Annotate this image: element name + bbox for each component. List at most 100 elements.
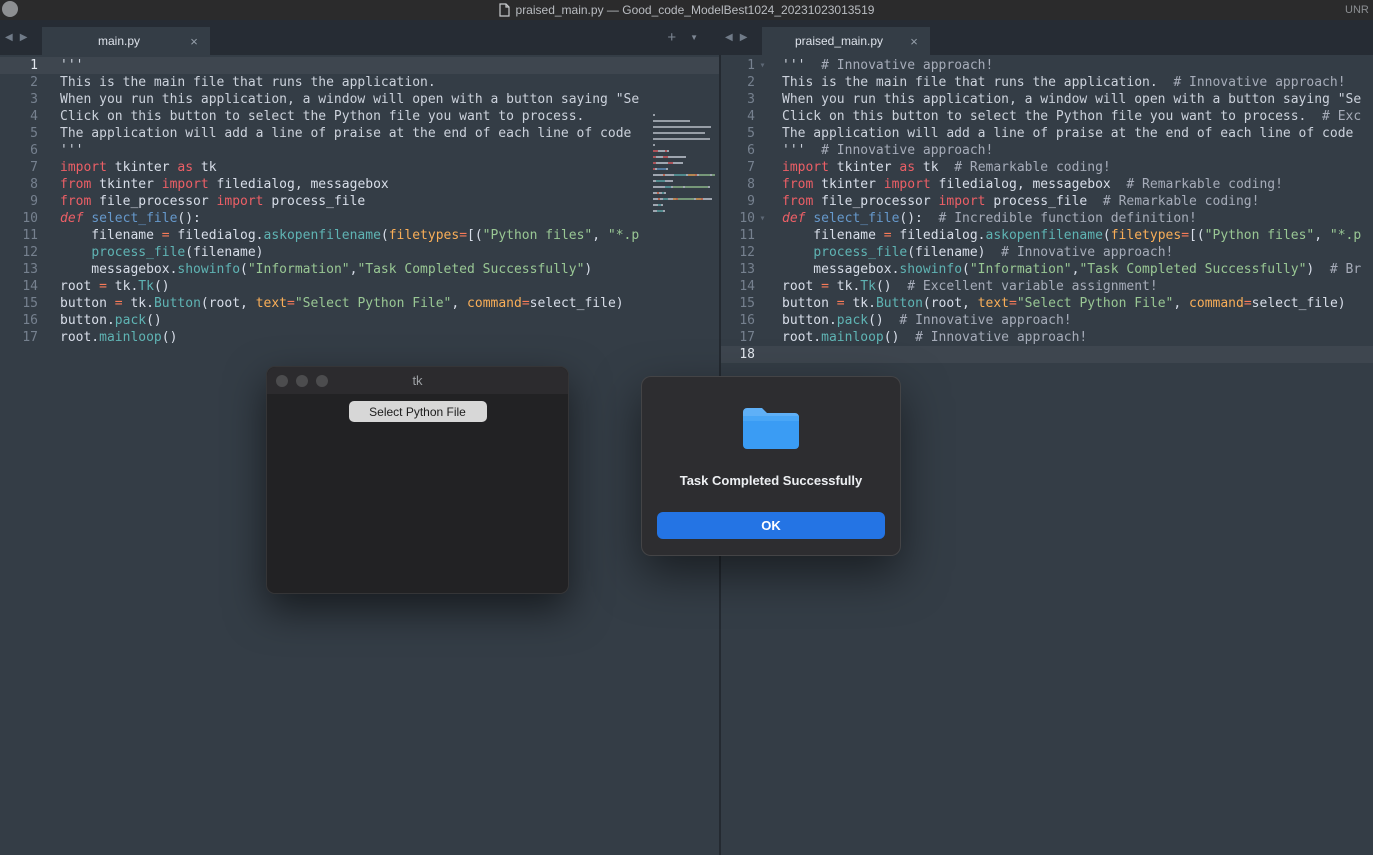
back-arrow-icon[interactable]: ◀ xyxy=(5,32,13,43)
code-text: def select_file(): # Incredible function… xyxy=(770,210,1197,227)
code-line[interactable]: 12 process_file(filename) # Innovative a… xyxy=(721,244,1373,261)
code-line[interactable]: 6''' # Innovative approach! xyxy=(721,142,1373,159)
code-line[interactable]: 5The application will add a line of prai… xyxy=(721,125,1373,142)
new-tab-icon[interactable]: + xyxy=(667,29,676,46)
code-line[interactable]: 14root = tk.Tk() # Excellent variable as… xyxy=(721,278,1373,295)
code-line[interactable]: 16button.pack() # Innovative approach! xyxy=(721,312,1373,329)
tk-traffic-lights xyxy=(276,367,328,394)
line-number: 10 xyxy=(0,210,38,227)
close-button-icon[interactable] xyxy=(276,375,288,387)
line-number: 1 xyxy=(721,57,755,74)
code-line[interactable]: 11 filename = filedialog.askopenfilename… xyxy=(721,227,1373,244)
code-text: from file_processor import process_file xyxy=(38,193,365,210)
code-text: Click on this button to select the Pytho… xyxy=(38,108,584,125)
window-title: praised_main.py — Good_code_ModelBest102… xyxy=(516,3,875,17)
forward-arrow-icon[interactable]: ▶ xyxy=(20,32,28,43)
code-text: root.mainloop() # Innovative approach! xyxy=(770,329,1087,346)
code-text: messagebox.showinfo("Information","Task … xyxy=(38,261,592,278)
code-line[interactable]: 3When you run this application, a window… xyxy=(721,91,1373,108)
code-text: button = tk.Button(root, text="Select Py… xyxy=(770,295,1346,312)
fold-spacer xyxy=(755,227,770,244)
select-python-file-button[interactable]: Select Python File xyxy=(349,401,487,422)
code-line[interactable]: 9 from file_processor import process_file… xyxy=(721,193,1373,210)
code-line[interactable]: 17root.mainloop() xyxy=(0,329,720,346)
tab-praised-main-py[interactable]: praised_main.py × xyxy=(762,27,930,55)
minimap[interactable] xyxy=(651,112,720,242)
code-text: from file_processor import process_file … xyxy=(770,193,1259,210)
line-number: 4 xyxy=(721,108,755,125)
code-line[interactable]: 11 filename = filedialog.askopenfilename… xyxy=(0,227,720,244)
line-number: 18 xyxy=(721,346,755,363)
code-text: Click on this button to select the Pytho… xyxy=(770,108,1361,125)
code-line[interactable]: 13 messagebox.showinfo("Information","Ta… xyxy=(0,261,720,278)
minimap-line xyxy=(653,208,720,214)
fold-spacer xyxy=(755,108,770,125)
code-line[interactable]: 8from tkinter import filedialog, message… xyxy=(721,176,1373,193)
code-line[interactable]: 5The application will add a line of prai… xyxy=(0,125,720,142)
code-lines: 1▾''' # Innovative approach!2This is the… xyxy=(721,55,1373,363)
tk-window-titlebar[interactable]: tk xyxy=(267,367,568,394)
code-line[interactable]: 1''' xyxy=(0,57,720,74)
ok-button[interactable]: OK xyxy=(657,512,885,539)
line-number: 5 xyxy=(721,125,755,142)
code-text: ''' xyxy=(38,142,83,159)
forward-arrow-icon[interactable]: ▶ xyxy=(740,32,748,43)
code-line[interactable]: 15button = tk.Button(root, text="Select … xyxy=(0,295,720,312)
code-line[interactable]: 2This is the main file that runs the app… xyxy=(721,74,1373,91)
code-line[interactable]: 7import tkinter as tk # Remarkable codin… xyxy=(721,159,1373,176)
code-line[interactable]: 2This is the main file that runs the app… xyxy=(0,74,720,91)
code-line[interactable]: 14root = tk.Tk() xyxy=(0,278,720,295)
code-line[interactable]: 18 xyxy=(721,346,1373,363)
code-line[interactable]: 10▾def select_file(): # Incredible funct… xyxy=(721,210,1373,227)
fold-spacer xyxy=(755,261,770,278)
fold-spacer xyxy=(755,176,770,193)
back-arrow-icon[interactable]: ◀ xyxy=(725,32,733,43)
line-number: 9 xyxy=(721,193,755,210)
fold-arrow-icon[interactable]: ▾ xyxy=(755,210,770,227)
code-text: from tkinter import filedialog, messageb… xyxy=(38,176,389,193)
line-number: 3 xyxy=(0,91,38,108)
code-line[interactable]: 1▾''' # Innovative approach! xyxy=(721,57,1373,74)
tab-overflow-icon[interactable]: ▼ xyxy=(690,33,698,42)
line-number: 12 xyxy=(721,244,755,261)
tab-main-py[interactable]: main.py × xyxy=(42,27,210,55)
zoom-button-icon[interactable] xyxy=(316,375,328,387)
code-line[interactable]: 15 button = tk.Button(root, text="Select … xyxy=(721,295,1373,312)
line-number: 4 xyxy=(0,108,38,125)
info-dialog[interactable]: Task Completed Successfully OK xyxy=(641,376,901,556)
tab-close-icon[interactable]: × xyxy=(907,34,921,49)
fold-spacer xyxy=(755,125,770,142)
tk-window[interactable]: tk Select Python File xyxy=(266,366,569,594)
dialog-message: Task Completed Successfully xyxy=(642,473,900,488)
code-line[interactable]: 3When you run this application, a window… xyxy=(0,91,720,108)
code-line[interactable]: 12 process_file(filename) xyxy=(0,244,720,261)
code-text: ''' # Innovative approach! xyxy=(770,57,993,74)
code-text: from tkinter import filedialog, messageb… xyxy=(770,176,1283,193)
code-line[interactable]: 13 messagebox.showinfo("Information","Ta… xyxy=(721,261,1373,278)
line-number: 13 xyxy=(721,261,755,278)
fold-spacer xyxy=(755,74,770,91)
code-line[interactable]: 16button.pack() xyxy=(0,312,720,329)
code-line[interactable]: 4 Click on this button to select the Pyth… xyxy=(721,108,1373,125)
code-text: messagebox.showinfo("Information","Task … xyxy=(770,261,1361,278)
fold-spacer xyxy=(755,91,770,108)
code-line[interactable]: 10def select_file(): xyxy=(0,210,720,227)
code-line[interactable]: 17 root.mainloop() # Innovative approach! xyxy=(721,329,1373,346)
code-text: ''' xyxy=(38,57,83,74)
code-line[interactable]: 6''' xyxy=(0,142,720,159)
line-number: 2 xyxy=(0,74,38,91)
code-line[interactable]: 7import tkinter as tk xyxy=(0,159,720,176)
line-number: 7 xyxy=(0,159,38,176)
fold-spacer xyxy=(755,244,770,261)
line-number: 17 xyxy=(721,329,755,346)
code-line[interactable]: 4Click on this button to select the Pyth… xyxy=(0,108,720,125)
traffic-light-icon[interactable] xyxy=(2,1,18,17)
tab-close-icon[interactable]: × xyxy=(187,34,201,49)
code-line[interactable]: 9from file_processor import process_file xyxy=(0,193,720,210)
fold-arrow-icon[interactable]: ▾ xyxy=(755,57,770,74)
minimize-button-icon[interactable] xyxy=(296,375,308,387)
line-number: 15 xyxy=(721,295,755,312)
code-text: This is the main file that runs the appl… xyxy=(38,74,436,91)
code-line[interactable]: 8from tkinter import filedialog, message… xyxy=(0,176,720,193)
fold-spacer xyxy=(755,346,770,363)
